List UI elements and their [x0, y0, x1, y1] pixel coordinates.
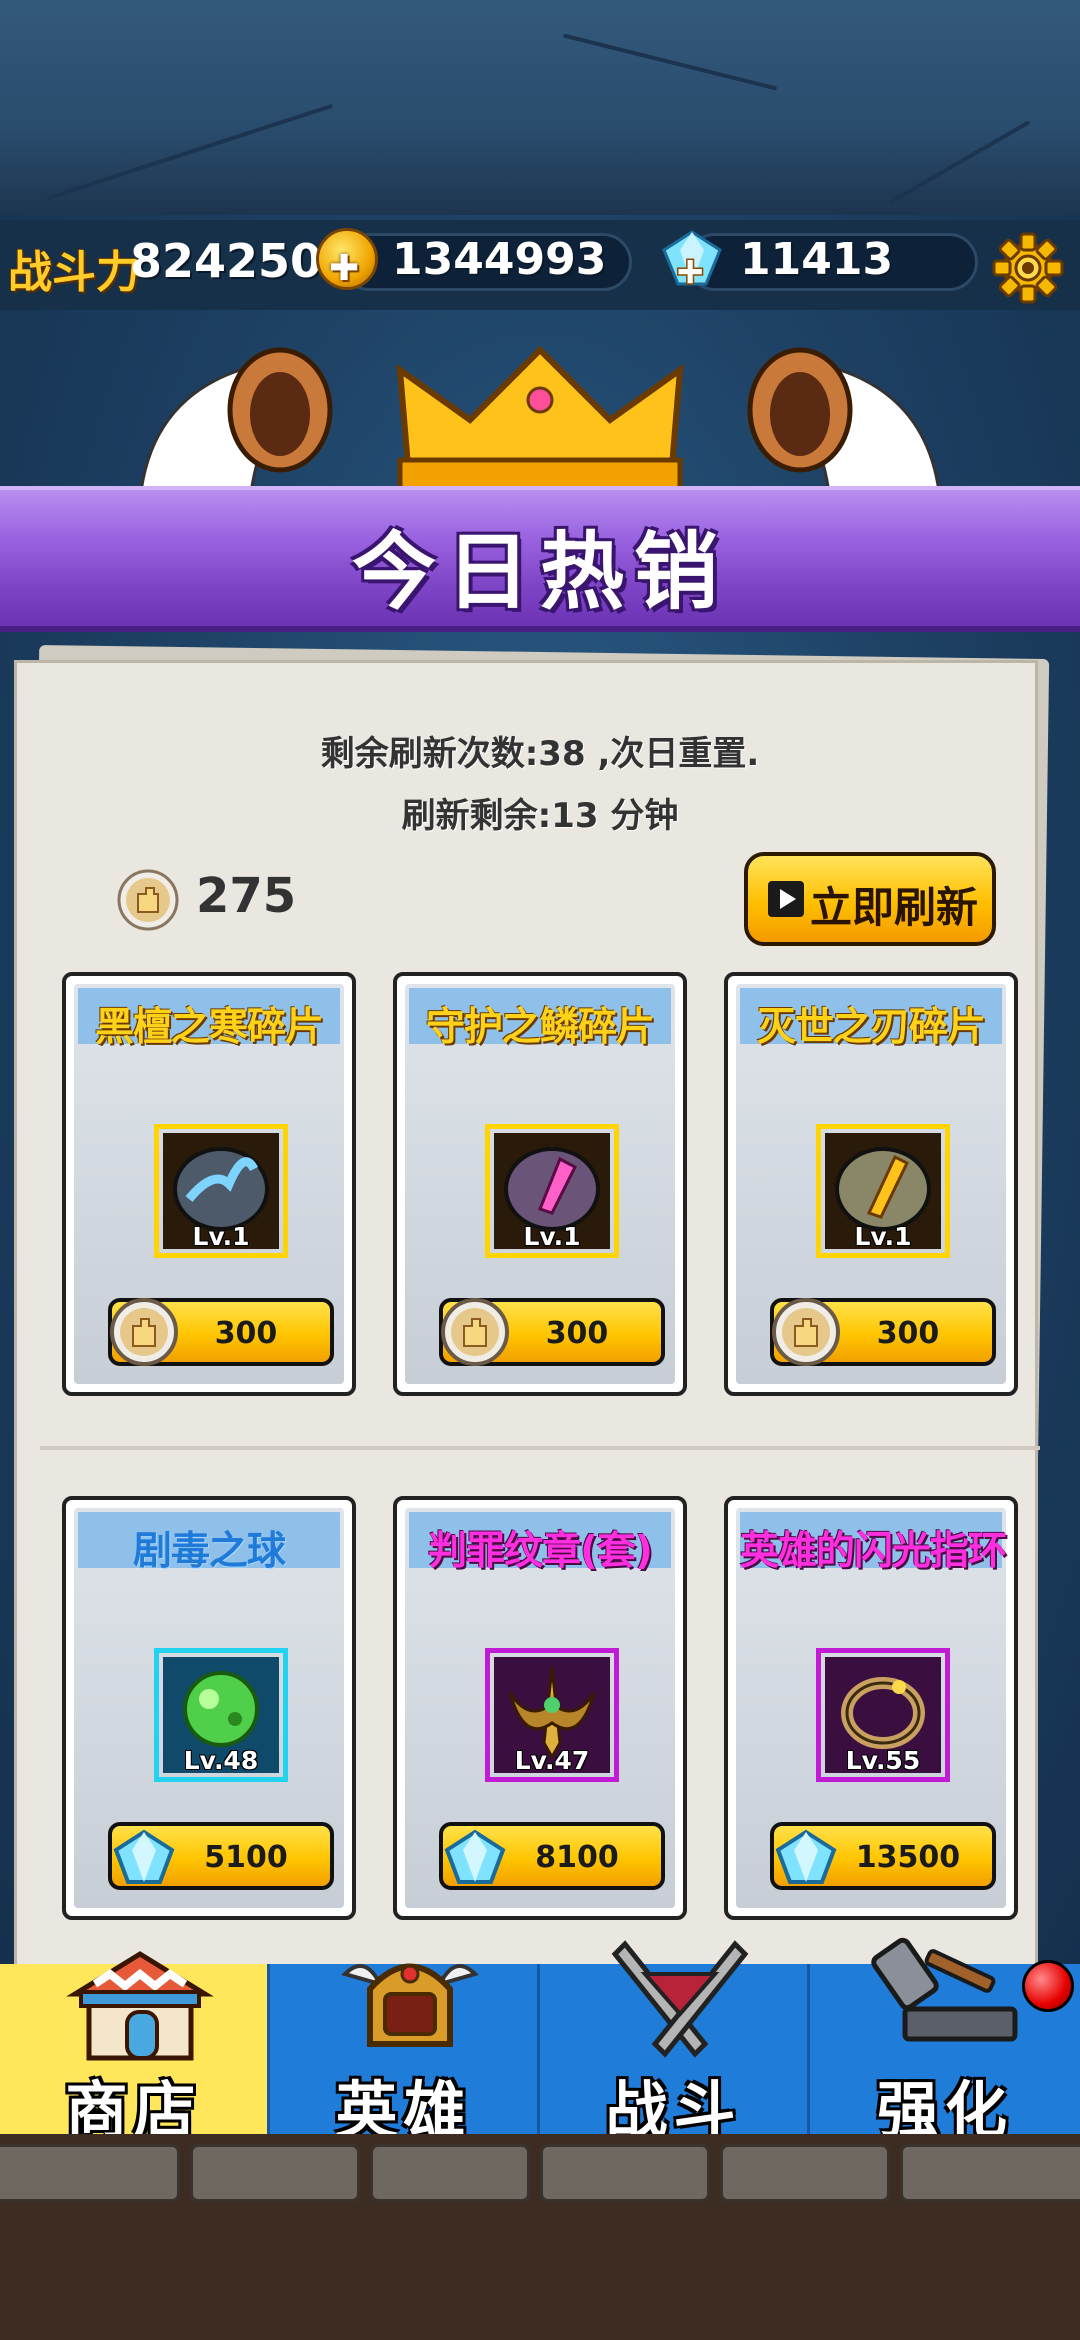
item-price: 8100: [535, 1840, 619, 1875]
buy-button[interactable]: 300: [108, 1298, 334, 1366]
row-divider: [40, 1446, 1040, 1450]
item-icon-frame[interactable]: Lv.55: [816, 1648, 950, 1782]
item-name: 判罪纹章(套): [428, 1529, 653, 1574]
buy-button[interactable]: 300: [770, 1298, 996, 1366]
stone-floor: [0, 2134, 1080, 2340]
item-level: Lv.47: [514, 1746, 590, 1775]
crown-horns-decoration: [138, 345, 942, 500]
tab-hero[interactable]: 英雄: [270, 1963, 540, 2147]
card-background: 黑檀之寒碎片 Lv.1 300: [74, 984, 344, 1384]
item-card[interactable]: 英雄的闪光指环 Lv.55 13500: [724, 1496, 1018, 1920]
token-icon: [117, 869, 179, 931]
refresh-now-button[interactable]: 立即刷新: [744, 852, 996, 946]
item-level: Lv.1: [523, 1222, 581, 1251]
item-level: Lv.1: [192, 1222, 250, 1251]
card-title-bar: 判罪纹章(套): [409, 1512, 671, 1574]
shop-icon: [66, 1951, 214, 2061]
item-card[interactable]: 判罪纹章(套) Lv.47 8100: [393, 1496, 687, 1920]
item-price: 5100: [204, 1840, 288, 1875]
item-level: Lv.55: [845, 1746, 921, 1775]
card-title-bar: 黑檀之寒碎片: [78, 988, 340, 1050]
hero-helmet-icon: [341, 1963, 479, 2047]
item-price: 300: [876, 1316, 940, 1351]
gem-add-icon[interactable]: ✚: [660, 228, 724, 288]
item-icon-frame[interactable]: Lv.1: [485, 1124, 619, 1258]
item-level: Lv.1: [854, 1222, 912, 1251]
refresh-now-label: 立即刷新: [810, 883, 979, 932]
tab-battle[interactable]: 战斗: [540, 1940, 810, 2147]
play-icon: [768, 881, 804, 917]
card-background: 剧毒之球 Lv.48 5100: [74, 1508, 344, 1908]
card-background: 守护之鳞碎片 Lv.1 300: [405, 984, 675, 1384]
buy-button[interactable]: 300: [439, 1298, 665, 1366]
item-price: 300: [214, 1316, 278, 1351]
refresh-count-text: 剩余刷新次数:38 ,次日重置.: [320, 734, 760, 774]
item-card[interactable]: 剧毒之球 Lv.48 5100: [62, 1496, 356, 1920]
buy-button[interactable]: 5100: [108, 1822, 334, 1890]
gem-value: 11413: [740, 234, 894, 285]
item-card[interactable]: 黑檀之寒碎片 Lv.1 300: [62, 972, 356, 1396]
card-background: 判罪纹章(套) Lv.47 8100: [405, 1508, 675, 1908]
item-name: 英雄的闪光指环: [740, 1529, 1007, 1574]
gear-icon[interactable]: [992, 232, 1064, 304]
tab-shop[interactable]: 商店: [0, 1951, 270, 2147]
buy-button[interactable]: 8100: [439, 1822, 665, 1890]
card-title-bar: 守护之鳞碎片: [409, 988, 671, 1050]
item-level: Lv.48: [183, 1746, 259, 1775]
gold-value: 1344993: [392, 234, 607, 285]
item-icon-frame[interactable]: Lv.48: [154, 1648, 288, 1782]
notification-badge: [1022, 1960, 1074, 2012]
top-background: [0, 0, 1080, 215]
card-title-bar: 灭世之刃碎片: [740, 988, 1002, 1050]
item-card[interactable]: 灭世之刃碎片 Lv.1 300: [724, 972, 1018, 1396]
item-price: 300: [545, 1316, 609, 1351]
power-label: 战斗力: [8, 247, 140, 298]
gold-coin-add-icon[interactable]: ✚: [316, 228, 378, 290]
token-count: 275: [196, 868, 297, 924]
power-value: 824250: [130, 234, 323, 288]
buy-button[interactable]: 13500: [770, 1822, 996, 1890]
svg-text:✚: ✚: [676, 253, 705, 288]
item-icon-frame[interactable]: Lv.47: [485, 1648, 619, 1782]
card-title-bar: 剧毒之球: [78, 1512, 340, 1574]
card-title-bar: 英雄的闪光指环: [740, 1512, 1007, 1574]
item-price: 13500: [855, 1840, 961, 1875]
item-icon-frame[interactable]: Lv.1: [816, 1124, 950, 1258]
banner-title: 今日热销: [351, 523, 728, 621]
item-name: 剧毒之球: [132, 1529, 286, 1574]
item-card[interactable]: 守护之鳞碎片 Lv.1 300: [393, 972, 687, 1396]
card-background: 灭世之刃碎片 Lv.1 300: [736, 984, 1006, 1384]
item-name: 守护之鳞碎片: [425, 1005, 655, 1050]
hammer-anvil-icon: [871, 1937, 1018, 2042]
card-background: 英雄的闪光指环 Lv.55 13500: [736, 1508, 1007, 1908]
item-icon-frame[interactable]: Lv.1: [154, 1124, 288, 1258]
crossed-swords-icon: [611, 1940, 749, 2058]
refresh-timer-text: 刷新剩余:13 分钟: [401, 796, 679, 836]
item-name: 黑檀之寒碎片: [94, 1005, 324, 1050]
item-name: 灭世之刃碎片: [756, 1005, 986, 1050]
